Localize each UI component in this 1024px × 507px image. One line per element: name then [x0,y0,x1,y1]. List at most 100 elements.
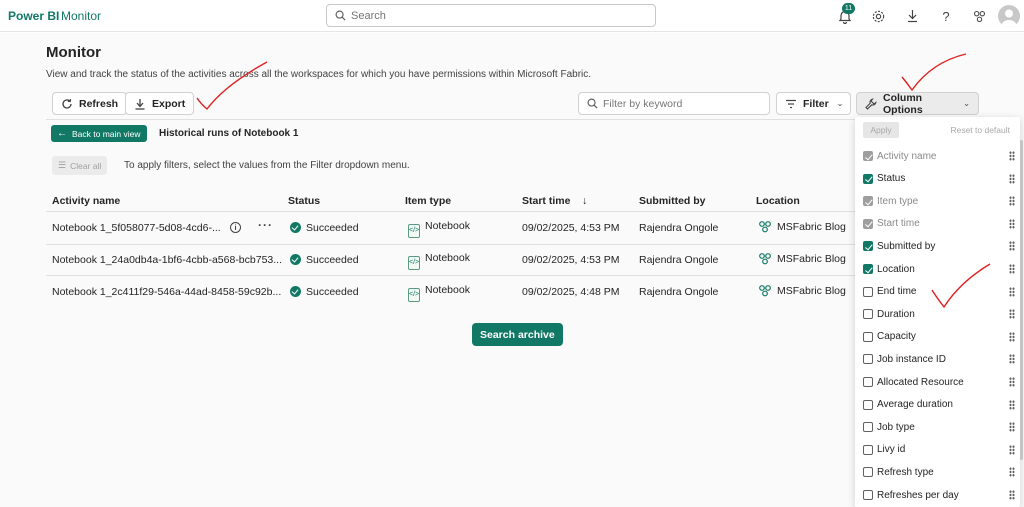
status-text: Succeeded [306,286,359,298]
checkbox[interactable] [863,354,873,365]
checkbox[interactable] [863,490,873,500]
status-cell: Succeeded [290,254,359,266]
checkbox[interactable] [863,422,873,433]
drag-handle-icon[interactable] [1009,331,1015,342]
checkbox[interactable] [863,173,873,184]
column-option-label: Item type [877,195,919,207]
drag-handle-icon[interactable] [1009,218,1015,229]
drag-handle-icon[interactable] [1009,422,1015,433]
search-icon [587,98,598,109]
drag-handle-icon[interactable] [1009,444,1015,455]
share-icon[interactable] [970,7,988,25]
drag-handle-icon[interactable] [1009,354,1015,365]
checkbox[interactable] [863,444,873,455]
column-option[interactable]: Refresh type [863,465,1015,479]
avatar[interactable] [998,5,1020,27]
drag-handle-icon[interactable] [1009,286,1015,297]
submitted-by-cell: Rajendra Ongole [639,286,719,298]
column-option-label: Location [877,263,915,275]
location-cell[interactable]: MSFabric Blog [758,252,846,266]
download-icon[interactable] [903,7,921,25]
refresh-button[interactable]: Refresh [52,92,128,115]
search-archive-button[interactable]: Search archive [472,323,563,346]
keyword-filter-input[interactable] [603,96,763,112]
checkbox[interactable] [863,286,873,297]
location-cell[interactable]: MSFabric Blog [758,220,846,234]
status-cell: Succeeded [290,222,359,234]
drag-handle-icon[interactable] [1009,196,1015,207]
drag-handle-icon[interactable] [1009,151,1015,161]
column-header-status[interactable]: Status [288,195,320,207]
column-option[interactable]: Job type [863,420,1015,434]
workspace-icon [759,253,771,265]
checkbox[interactable] [863,467,873,478]
column-header-location[interactable]: Location [756,195,800,207]
column-option[interactable]: Refreshes per day [863,488,1015,502]
drag-handle-icon[interactable] [1009,377,1015,387]
column-header-start-time[interactable]: Start time [522,195,570,207]
item-type-cell: </> Notebook [408,252,470,270]
filter-button[interactable]: Filter ⌄ [776,92,851,115]
location-cell[interactable]: MSFabric Blog [758,284,846,298]
scrollbar[interactable] [1020,140,1023,460]
column-option[interactable]: Livy id [863,443,1015,457]
activity-name-cell[interactable]: Notebook 1_5f058077-5d08-4cd6-... [52,222,221,234]
start-time-cell: 09/02/2025, 4:48 PM [522,286,620,298]
column-option[interactable]: End time [863,285,1015,299]
drag-handle-icon[interactable] [1009,309,1015,320]
column-option[interactable]: Allocated Resource [863,375,1015,389]
app-name[interactable]: Monitor [61,9,101,23]
brand-name[interactable]: Power BI [8,9,59,23]
reset-to-default-link[interactable]: Reset to default [950,125,1010,135]
column-option-label: Average duration [877,399,953,411]
drag-handle-icon[interactable] [1009,467,1015,478]
checkbox[interactable] [863,331,873,342]
column-header-activity-name[interactable]: Activity name [52,195,120,207]
column-option[interactable]: Average duration [863,398,1015,412]
status-text: Succeeded [306,222,359,234]
back-to-main-button[interactable]: ← Back to main view [51,125,147,142]
more-options-icon[interactable]: ··· [258,218,273,232]
column-option[interactable]: Submitted by [863,239,1015,253]
help-icon[interactable]: ? [937,7,955,25]
check-circle-icon [290,286,301,297]
checkbox[interactable] [863,399,873,410]
info-icon[interactable]: i [230,222,241,233]
notification-badge: 11 [842,3,855,14]
checkbox[interactable] [863,241,873,252]
column-option[interactable]: Location [863,262,1015,276]
drag-handle-icon[interactable] [1009,241,1015,252]
drag-handle-icon[interactable] [1009,399,1015,410]
column-header-item-type[interactable]: Item type [405,195,451,207]
column-header-submitted-by[interactable]: Submitted by [639,195,706,207]
activity-name-cell[interactable]: Notebook 1_24a0db4a-1bf6-4cbb-a568-bcb75… [52,254,282,266]
drag-handle-icon[interactable] [1009,264,1015,274]
checkbox[interactable] [863,264,873,274]
apply-button[interactable]: Apply [863,122,899,138]
global-search[interactable] [326,4,656,27]
start-time-cell: 09/02/2025, 4:53 PM [522,254,620,266]
check-circle-icon [290,222,301,233]
column-option[interactable]: Status [863,172,1015,186]
keyword-filter[interactable] [578,92,770,115]
column-option-label: Livy id [877,444,906,456]
notebook-icon: </> [408,224,420,238]
column-option[interactable]: Duration [863,307,1015,321]
search-input[interactable] [351,7,641,24]
column-option-label: Duration [877,308,915,320]
checkbox[interactable] [863,377,873,387]
drag-handle-icon[interactable] [1009,490,1015,500]
location-text: MSFabric Blog [777,285,846,297]
column-option[interactable]: Capacity [863,330,1015,344]
drag-handle-icon[interactable] [1009,173,1015,184]
checkbox[interactable] [863,309,873,320]
workspace-icon [759,221,771,233]
item-type-text: Notebook [425,252,470,264]
location-text: MSFabric Blog [777,221,846,233]
export-button[interactable]: Export [125,92,195,115]
clear-all-button[interactable]: ☰ Clear all [52,156,108,175]
activity-name-cell[interactable]: Notebook 1_2c411f29-546a-44ad-8458-59c92… [52,286,281,298]
column-option[interactable]: Job instance ID [863,352,1015,366]
column-options-button[interactable]: Column Options ⌄ [856,92,979,116]
gear-icon[interactable] [869,7,887,25]
